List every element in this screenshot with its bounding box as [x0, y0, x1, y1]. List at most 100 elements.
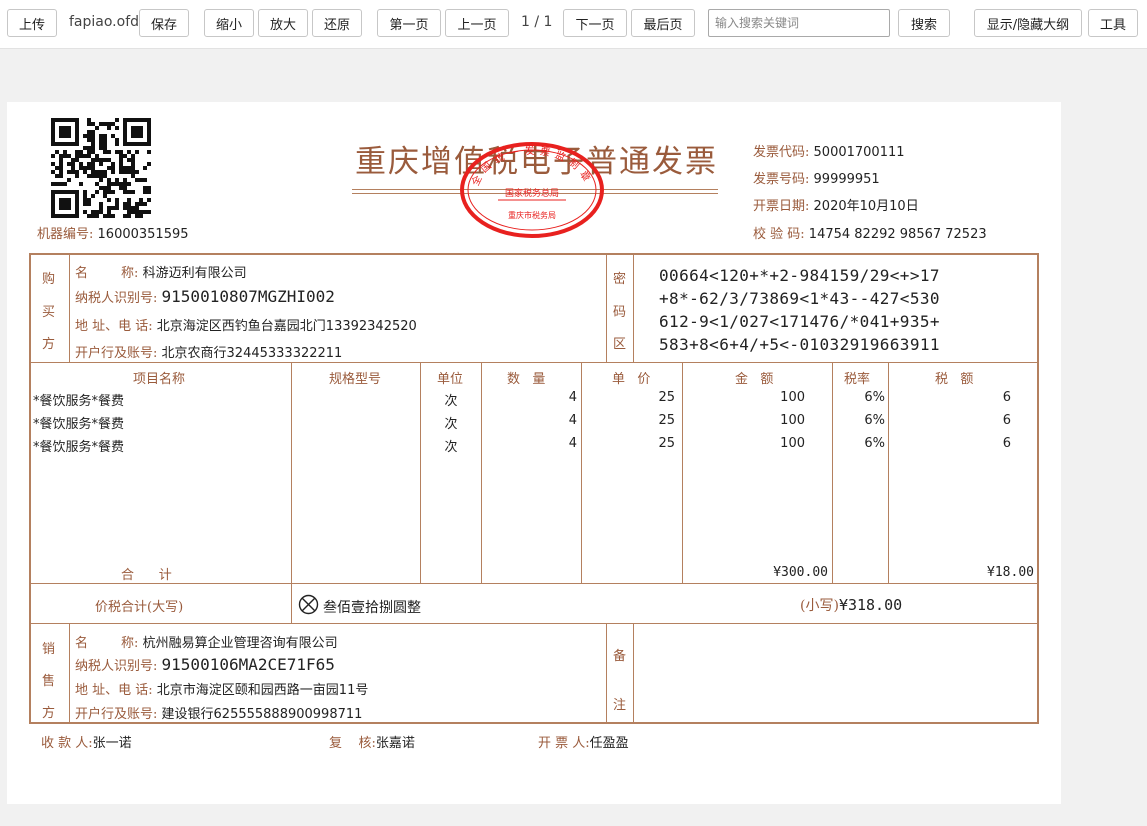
svg-text:国家税务总局: 国家税务总局 [505, 187, 559, 199]
col-header-spec: 规格型号 [329, 372, 382, 387]
remarks-label-divider [633, 623, 634, 723]
last-page-button[interactable]: 最后页 [631, 9, 695, 37]
seller-tax-id-label: 纳税人识别号: [75, 659, 158, 674]
table-border-top [29, 253, 1039, 255]
item-price: 25 [658, 413, 675, 428]
buyer-address: 北京海淀区西钓鱼台嘉园北门13392342520 [156, 319, 417, 334]
seller-tax-id: 91500106MA2CE71F65 [161, 655, 335, 674]
viewer-toolbar: 上传 fapiao.ofd 保存 缩小 放大 还原 第一页 上一页 1 / 1 … [0, 0, 1147, 49]
buyer-tax-id-label: 纳税人识别号: [75, 291, 158, 306]
buyer-tax-id: 9150010807MGZHI002 [161, 287, 335, 306]
check-code-label: 校 验 码: [753, 227, 805, 242]
grand-total-label: 价税合计(大写) [95, 600, 184, 615]
invoice-page: 重庆增值税电子普通发票 全国统一发票监制章 国家税务总局 重庆市税务局 机器编号… [7, 102, 1061, 804]
item-name: *餐饮服务*餐费 [33, 440, 125, 455]
svg-text:重庆市税务局: 重庆市税务局 [508, 210, 556, 220]
machine-no-label: 机器编号: [37, 227, 94, 242]
remarks-left-divider [606, 623, 607, 723]
grand-total-small-label: (小写) [800, 598, 839, 614]
zoom-in-button[interactable]: 放大 [258, 9, 308, 37]
item-name: *餐饮服务*餐费 [33, 394, 125, 409]
seller-side-label-2: 售 [42, 674, 56, 689]
buyer-side-label-2: 买 [42, 305, 56, 320]
svg-text:全国统一发票监制章: 全国统一发票监制章 [469, 144, 596, 188]
invoice-number: 99999951 [813, 172, 880, 187]
buyer-side-divider [69, 253, 70, 363]
payee: 张一诺 [92, 736, 132, 751]
seal-stamp-icon: 全国统一发票监制章 国家税务总局 重庆市税务局 [460, 142, 604, 238]
item-unit: 次 [444, 440, 458, 455]
qr-code-icon [51, 118, 151, 218]
check-code: 14754 82292 98567 72523 [808, 227, 987, 242]
total-amount: ¥300.00 [773, 565, 828, 580]
payee-label: 收 款 人: [41, 736, 93, 751]
table-border-left [29, 253, 31, 724]
drawer-label: 开 票 人: [538, 736, 590, 751]
total-label: 合 计 [121, 568, 172, 583]
buyer-side-label-1: 购 [42, 272, 56, 287]
col-header-rate: 税率 [844, 372, 871, 387]
first-page-button[interactable]: 第一页 [377, 9, 441, 37]
search-button[interactable]: 搜索 [898, 9, 950, 37]
reviewer-label: 复 核: [329, 736, 376, 751]
cipher-side-label-2: 码 [613, 305, 627, 320]
item-tax: 6 [1002, 436, 1011, 451]
cipher-side-label-1: 密 [613, 272, 627, 287]
save-button[interactable]: 保存 [139, 9, 189, 37]
buyer-name: 科游迈利有限公司 [142, 266, 247, 281]
cipher-line: 00664<120+*+2-984159/29<+>17 [659, 266, 940, 285]
item-price: 25 [658, 436, 675, 451]
seller-side-label-3: 方 [42, 706, 56, 721]
invoice-code: 50001700111 [813, 145, 905, 160]
item-tax: 6 [1002, 413, 1011, 428]
item-amount: 100 [780, 413, 805, 428]
item-rate: 6% [864, 436, 885, 451]
seller-side-label-1: 销 [42, 642, 56, 657]
tools-button[interactable]: 工具 [1088, 9, 1138, 37]
seller-name-label: 名 称: [75, 636, 139, 651]
col-header-price: 单 价 [612, 372, 651, 387]
remarks-label-1: 备 [613, 649, 627, 664]
remarks-label-2: 注 [613, 698, 627, 713]
invoice-number-label: 发票号码: [753, 172, 810, 187]
drawer: 任盈盈 [589, 736, 629, 751]
seller-address: 北京市海淀区颐和园西路一亩园11号 [156, 683, 369, 698]
invoice-date-label: 开票日期: [753, 199, 810, 214]
next-page-button[interactable]: 下一页 [563, 9, 627, 37]
cipher-left-divider [606, 253, 607, 363]
item-tax: 6 [1002, 390, 1011, 405]
item-qty: 4 [568, 436, 577, 451]
col-header-tax: 税 额 [935, 372, 974, 387]
zoom-out-button[interactable]: 缩小 [204, 9, 254, 37]
item-name: *餐饮服务*餐费 [33, 417, 125, 432]
seller-side-divider [69, 623, 70, 723]
upload-button[interactable]: 上传 [7, 9, 57, 37]
page-indicator: 1 / 1 [521, 14, 553, 30]
reviewer: 张嘉诺 [375, 736, 415, 751]
file-name: fapiao.ofd [69, 14, 140, 30]
toggle-outline-button[interactable]: 显示/隐藏大纲 [974, 9, 1082, 37]
grand-total-upper: 叁佰壹拾捌圆整 [323, 600, 421, 616]
search-input[interactable] [708, 9, 890, 37]
seller-address-label: 地 址、电 话: [75, 683, 153, 698]
circle-cross-icon [298, 594, 319, 615]
item-rate: 6% [864, 390, 885, 405]
reset-zoom-button[interactable]: 还原 [312, 9, 362, 37]
item-rate: 6% [864, 413, 885, 428]
seller-bank-label: 开户行及账号: [75, 707, 158, 722]
col-header-qty: 数 量 [507, 372, 546, 387]
cipher-line: 583+8<6+4/+5<-01032919663911 [659, 335, 940, 354]
cipher-label-divider [633, 253, 634, 363]
cipher-line: 612-9<1/027<171476/*041+935+ [659, 312, 940, 331]
col-divider-1 [291, 362, 292, 624]
buyer-bank: 北京农商行32445333322211 [161, 346, 343, 361]
item-amount: 100 [780, 390, 805, 405]
divider-grand [29, 623, 1039, 624]
invoice-code-label: 发票代码: [753, 145, 810, 160]
item-amount: 100 [780, 436, 805, 451]
col-header-unit: 单位 [437, 372, 464, 387]
prev-page-button[interactable]: 上一页 [445, 9, 509, 37]
table-border-bottom [29, 722, 1039, 724]
col-header-amount: 金 额 [735, 372, 774, 387]
buyer-address-label: 地 址、电 话: [75, 319, 153, 334]
